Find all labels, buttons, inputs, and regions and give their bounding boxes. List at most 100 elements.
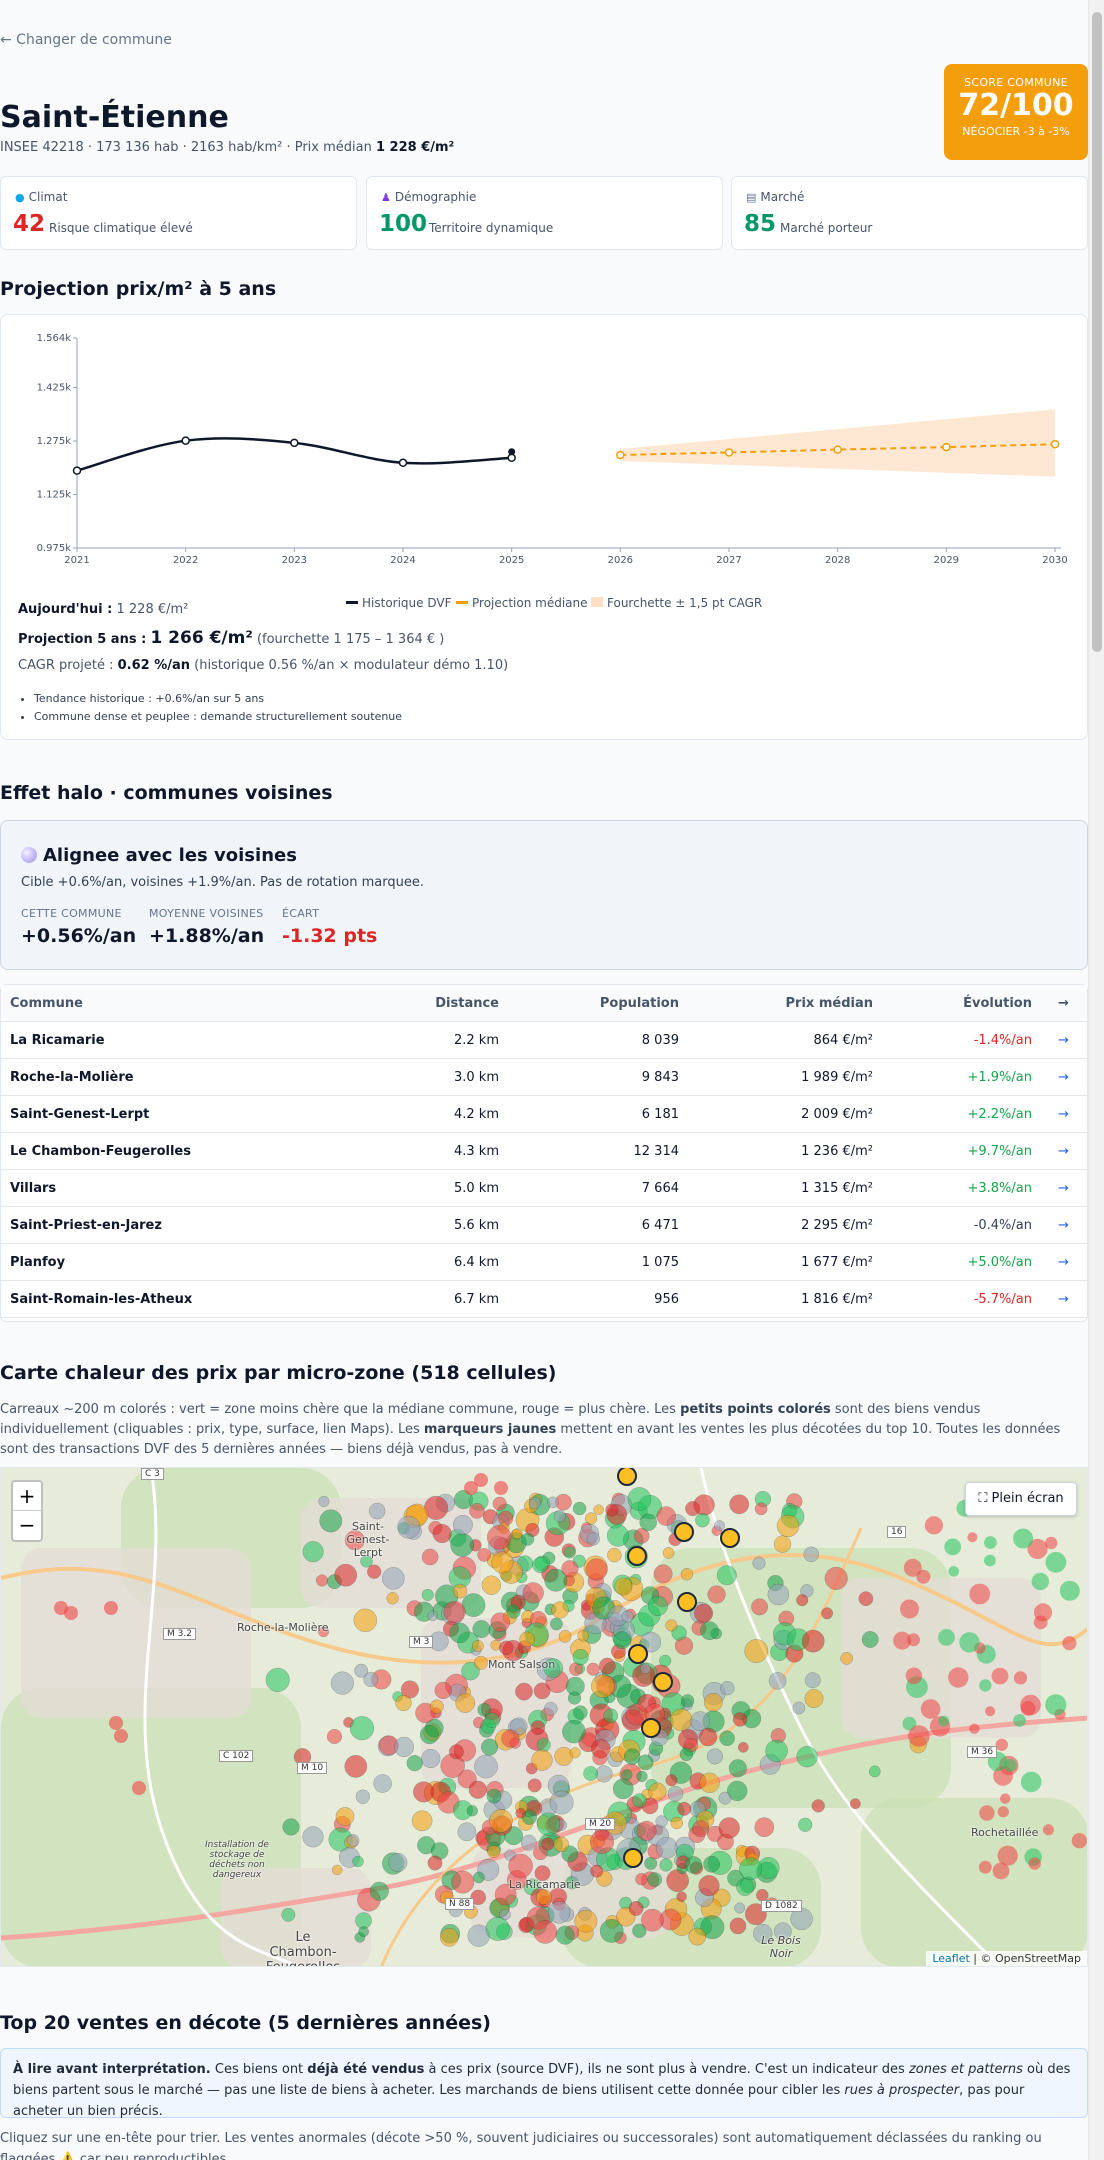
price-cell bbox=[704, 1692, 723, 1712]
x-tick-label: 2030 bbox=[1042, 555, 1067, 566]
price-cell bbox=[265, 1667, 290, 1692]
price-cell bbox=[969, 1583, 991, 1605]
price-cell bbox=[490, 1612, 510, 1632]
price-cell bbox=[679, 1747, 694, 1762]
top-discount-marker bbox=[617, 1468, 637, 1486]
map-label: Installation de stockage de déchets non … bbox=[205, 1840, 269, 1880]
history-point bbox=[507, 453, 516, 463]
card-text: Marché porteur bbox=[780, 221, 873, 235]
table-row[interactable]: Roche-la-Molière 3.0 km 9 843 1 989 €/m² +1.… bbox=[1, 1059, 1087, 1096]
price-cell bbox=[729, 1494, 750, 1515]
x-tick-label: 2024 bbox=[390, 555, 415, 566]
table-row[interactable]: Planfoy 6.4 km 1 075 1 677 €/m² +5.0%/an → bbox=[1, 1244, 1087, 1281]
top-discount-marker bbox=[641, 1718, 661, 1738]
zoom-out-button[interactable]: − bbox=[13, 1511, 41, 1540]
history-point bbox=[72, 466, 82, 475]
price-cell bbox=[386, 1592, 399, 1605]
price-cell bbox=[636, 1820, 657, 1841]
stat-label: MOYENNE VOISINES bbox=[149, 907, 264, 920]
price-cell bbox=[729, 1917, 747, 1935]
col-evolution[interactable]: Évolution bbox=[912, 996, 1032, 1011]
price-cell bbox=[803, 1546, 819, 1563]
leaflet-link[interactable]: Leaflet bbox=[932, 1952, 969, 1965]
projection-point bbox=[1050, 439, 1060, 449]
price-cell bbox=[521, 1532, 535, 1546]
table-row[interactable]: Saint-Priest-en-Jarez 5.6 km 6 471 2 295 €/… bbox=[1, 1207, 1087, 1244]
projection-chart: 0.975k 1.125k 1.275k 1.425k 1.564k 2021 2022 20… bbox=[37, 333, 1068, 566]
price-cell bbox=[707, 1585, 726, 1604]
table-row[interactable]: Saint-Genest-Lerpt 4.2 km 6 181 2 009 €/m² +… bbox=[1, 1096, 1087, 1133]
price-cell bbox=[706, 1748, 723, 1765]
road-label: M 3.2 bbox=[163, 1628, 196, 1640]
price-cell bbox=[474, 1473, 488, 1487]
price-cell bbox=[621, 1769, 633, 1781]
table-row[interactable]: Villars 5.0 km 7 664 1 315 €/m² +3.8%/an → bbox=[1, 1170, 1087, 1207]
x-tick-label: 2025 bbox=[499, 555, 524, 566]
score-value: 72/100 bbox=[958, 88, 1074, 123]
neighbor-name: Saint-Genest-Lerpt bbox=[10, 1107, 150, 1122]
price-cell bbox=[536, 1737, 551, 1752]
neighbor-population: 8 039 bbox=[641, 1033, 679, 1048]
scrollbar-thumb[interactable] bbox=[1092, 12, 1102, 652]
cagr-line: CAGR projeté : 0.62 %/an (historique 0.5… bbox=[18, 658, 508, 673]
legend-swatch-band bbox=[591, 597, 603, 607]
price-cell bbox=[736, 1878, 754, 1896]
zoom-in-button[interactable]: + bbox=[13, 1482, 41, 1511]
osm-attribution[interactable]: | © OpenStreetMap bbox=[973, 1952, 1081, 1965]
neighbor-evolution: -1.4%/an bbox=[973, 1033, 1032, 1048]
stat-label: CETTE COMMUNE bbox=[21, 907, 122, 920]
col-link: → bbox=[1058, 996, 1069, 1011]
price-cell bbox=[997, 1806, 1009, 1818]
change-commune-link[interactable]: ← Changer de commune bbox=[0, 32, 172, 48]
price-cell bbox=[395, 1694, 412, 1712]
notice-bold: déjà été vendus bbox=[307, 2062, 425, 2077]
row-link-arrow[interactable]: → bbox=[1058, 1218, 1069, 1233]
price-cell bbox=[719, 1730, 735, 1746]
cagr-detail: (historique 0.56 %/an × modulateur démo … bbox=[194, 658, 509, 673]
price-cell bbox=[698, 1727, 718, 1747]
price-cell bbox=[565, 1676, 585, 1696]
price-cell bbox=[969, 1723, 980, 1734]
price-cell bbox=[64, 1606, 78, 1620]
price-cell bbox=[114, 1729, 128, 1743]
row-link-arrow[interactable]: → bbox=[1058, 1070, 1069, 1085]
map-layer[interactable] bbox=[1, 1468, 1088, 1967]
neighbor-price: 1 989 €/m² bbox=[801, 1070, 873, 1085]
price-cell bbox=[481, 1738, 499, 1756]
price-cell bbox=[515, 1682, 533, 1701]
neighbor-price: 1 677 €/m² bbox=[801, 1255, 873, 1270]
price-cell bbox=[104, 1601, 118, 1615]
fullscreen-button[interactable]: ⛶ Plein écran bbox=[965, 1482, 1077, 1516]
col-population[interactable]: Population bbox=[579, 996, 679, 1011]
price-cell bbox=[716, 1565, 737, 1586]
price-cell bbox=[489, 1809, 513, 1833]
col-distance[interactable]: Distance bbox=[399, 996, 499, 1011]
price-cell bbox=[1062, 1636, 1077, 1651]
price-cell bbox=[585, 1558, 608, 1581]
row-link-arrow[interactable]: → bbox=[1058, 1144, 1069, 1159]
stat-value: +0.56%/an bbox=[21, 925, 137, 947]
price-cell bbox=[680, 1567, 694, 1581]
price-heatmap[interactable]: + − ⛶ Plein écran Saint-Genest-Lerpt Roc… bbox=[0, 1467, 1088, 1967]
neighbor-evolution: -5.7%/an bbox=[973, 1292, 1032, 1307]
row-link-arrow[interactable]: → bbox=[1058, 1292, 1069, 1307]
table-row[interactable]: La Ricamarie 2.2 km 8 039 864 €/m² -1.4%/an → bbox=[1, 1022, 1087, 1059]
row-link-arrow[interactable]: → bbox=[1058, 1033, 1069, 1048]
legend-swatch-projection bbox=[456, 601, 468, 604]
row-link-arrow[interactable]: → bbox=[1058, 1181, 1069, 1196]
legend-label: Historique DVF bbox=[362, 596, 452, 610]
price-cell bbox=[614, 1577, 633, 1596]
price-cell bbox=[1028, 1857, 1041, 1870]
col-price[interactable]: Prix médian bbox=[751, 996, 873, 1011]
table-row[interactable]: Saint-Romain-les-Atheux 6.7 km 956 1 816 €/… bbox=[1, 1281, 1087, 1318]
people-icon: ♟ bbox=[381, 191, 391, 204]
scrollbar[interactable] bbox=[1088, 0, 1104, 2160]
col-commune[interactable]: Commune bbox=[10, 996, 83, 1011]
row-link-arrow[interactable]: → bbox=[1058, 1107, 1069, 1122]
price-cell bbox=[455, 1693, 476, 1713]
price-cell bbox=[637, 1754, 654, 1771]
price-cell bbox=[677, 1801, 692, 1816]
table-header: Commune Distance Population Prix médian … bbox=[1, 985, 1087, 1022]
table-row[interactable]: Le Chambon-Feugerolles 4.3 km 12 314 1 236 … bbox=[1, 1133, 1087, 1170]
row-link-arrow[interactable]: → bbox=[1058, 1255, 1069, 1270]
